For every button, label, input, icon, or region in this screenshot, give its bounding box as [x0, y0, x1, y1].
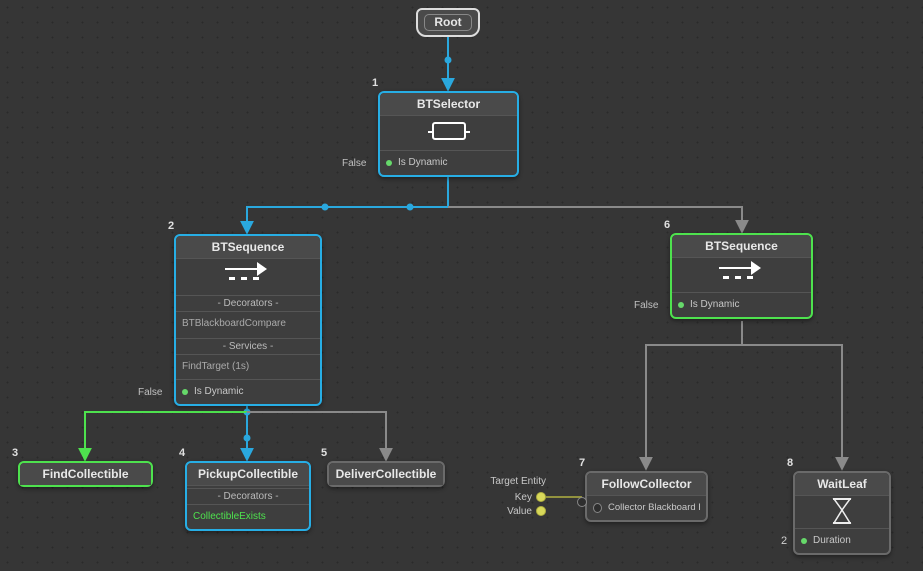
sequence-icon — [176, 259, 320, 293]
selector-icon — [380, 116, 517, 150]
status-dot — [386, 160, 392, 166]
node-title: BTSequence — [672, 235, 811, 258]
node-title: WaitLeaf — [795, 473, 889, 496]
node-index: 6 — [664, 219, 670, 231]
node-pickupcollectible[interactable]: 4 PickupCollectible - Decorators - Colle… — [185, 461, 311, 531]
false-label: False — [634, 300, 658, 311]
service-item: FindTarget (1s) — [182, 359, 314, 375]
node-index: 1 — [372, 77, 378, 89]
status-dot — [801, 538, 807, 544]
node-title: BTSelector — [380, 93, 517, 116]
target-entity-title: Target Entity — [480, 476, 546, 487]
node-title: PickupCollectible — [187, 463, 309, 486]
node-index: 4 — [179, 447, 185, 459]
duration-value: 2 — [781, 535, 787, 547]
key-port[interactable] — [536, 492, 546, 502]
is-dynamic-label: Is Dynamic — [398, 155, 447, 171]
node-index: 3 — [12, 447, 18, 459]
decorators-header: - Decorators - — [187, 488, 309, 505]
sequence-icon — [672, 258, 811, 292]
services-header: - Services - — [176, 338, 320, 355]
node-btsequence-2[interactable]: 2 BTSequence - Decorators - BTBlackboard… — [174, 234, 322, 406]
hourglass-icon — [832, 498, 852, 524]
false-label: False — [138, 387, 162, 398]
node-waitleaf[interactable]: 8 WaitLeaf Duration 2 — [793, 471, 891, 555]
node-title: FindCollectible — [20, 463, 151, 485]
status-dot — [182, 389, 188, 395]
false-label: False — [342, 158, 366, 169]
node-title: BTSequence — [176, 236, 320, 259]
node-root-label: Root — [434, 15, 461, 29]
node-root[interactable]: Root — [416, 8, 480, 37]
node-followcollector[interactable]: 7 FollowCollector Collector Blackboard R… — [585, 471, 708, 522]
node-subtitle: Collector Blackboard Ref — [608, 500, 700, 516]
input-port[interactable] — [577, 497, 587, 507]
key-label: Key — [515, 492, 532, 503]
is-dynamic-label: Is Dynamic — [690, 297, 739, 313]
node-index: 8 — [787, 457, 793, 469]
decorator-item: CollectibleExists — [193, 509, 303, 525]
target-entity-panel[interactable]: Target Entity Key Value — [480, 476, 546, 518]
node-index: 7 — [579, 457, 585, 469]
value-port[interactable] — [536, 506, 546, 516]
decorator-item: BTBlackboardCompare — [182, 316, 314, 332]
is-dynamic-label: Is Dynamic — [194, 384, 243, 400]
node-title: FollowCollector — [587, 473, 706, 496]
node-findcollectible[interactable]: 3 FindCollectible — [18, 461, 153, 487]
value-label: Value — [507, 506, 532, 517]
node-index: 2 — [168, 220, 174, 232]
behavior-tree-canvas[interactable]: Root 1 BTSelector Is Dynamic False 2 BTS… — [0, 0, 923, 571]
node-delivercollectible[interactable]: 5 DeliverCollectible — [327, 461, 445, 487]
node-title: DeliverCollectible — [329, 463, 443, 485]
node-btsequence-6[interactable]: 6 BTSequence Is Dynamic False — [670, 233, 813, 319]
status-dot — [678, 302, 684, 308]
duration-label: Duration — [813, 533, 851, 549]
port-icon — [593, 503, 602, 513]
decorators-header: - Decorators - — [176, 295, 320, 312]
node-btselector[interactable]: 1 BTSelector Is Dynamic False — [378, 91, 519, 177]
node-index: 5 — [321, 447, 327, 459]
